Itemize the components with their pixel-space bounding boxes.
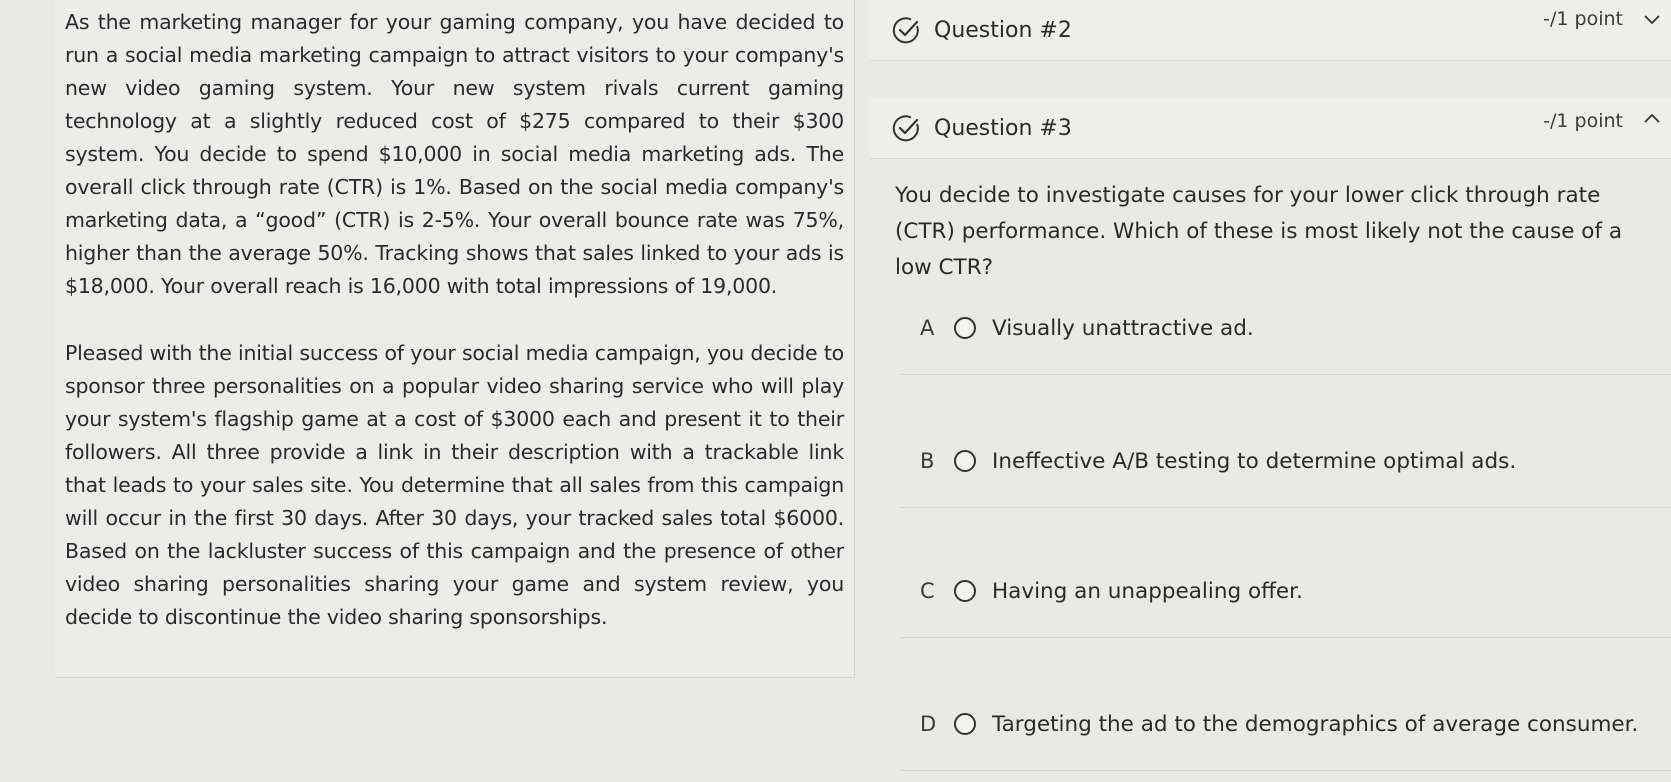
radio-button-icon[interactable] bbox=[954, 580, 976, 602]
choice-text: Having an unappealing offer. bbox=[992, 578, 1303, 604]
choice-letter: D bbox=[920, 712, 937, 736]
question-2-title: Question #2 bbox=[934, 17, 1072, 43]
answer-choice-b[interactable]: B Ineffective A/B testing to determine o… bbox=[900, 415, 1671, 508]
passage-paragraph-2: Pleased with the initial success of your… bbox=[65, 341, 844, 629]
question-prompt: You decide to investigate causes for you… bbox=[895, 183, 1623, 280]
radio-button-icon[interactable] bbox=[954, 713, 976, 735]
question-3-points: -/1 point bbox=[1543, 110, 1623, 132]
question-3-title: Question #3 bbox=[934, 115, 1072, 141]
answer-choice-d[interactable]: D Targeting the ad to the demographics o… bbox=[900, 678, 1671, 771]
answer-choice-c[interactable]: C Having an unappealing offer. bbox=[900, 545, 1671, 638]
quiz-panel: Question #2 -/1 point Question #3 -/1 po… bbox=[870, 0, 1671, 782]
choice-letter: B bbox=[920, 449, 935, 473]
chevron-down-icon[interactable] bbox=[1643, 14, 1661, 26]
choice-text: Visually unattractive ad. bbox=[992, 315, 1254, 341]
check-circle-icon bbox=[892, 17, 919, 44]
choice-letter: C bbox=[920, 579, 935, 603]
question-2-points: -/1 point bbox=[1543, 8, 1623, 30]
radio-button-icon[interactable] bbox=[954, 317, 976, 339]
answer-choice-a[interactable]: A Visually unattractive ad. bbox=[900, 282, 1671, 375]
question-2-header[interactable]: Question #2 -/1 point bbox=[870, 0, 1671, 61]
choice-letter: A bbox=[920, 316, 935, 340]
radio-button-icon[interactable] bbox=[954, 450, 976, 472]
question-3-header[interactable]: Question #3 -/1 point bbox=[870, 98, 1671, 159]
passage-paragraph-1: As the marketing manager for your gaming… bbox=[65, 10, 844, 298]
choice-text: Ineffective A/B testing to determine opt… bbox=[992, 448, 1517, 474]
passage-panel: As the marketing manager for your gaming… bbox=[55, 0, 855, 678]
chevron-up-icon[interactable] bbox=[1643, 112, 1661, 124]
check-circle-icon bbox=[892, 115, 919, 142]
choice-text: Targeting the ad to the demographics of … bbox=[992, 711, 1639, 737]
